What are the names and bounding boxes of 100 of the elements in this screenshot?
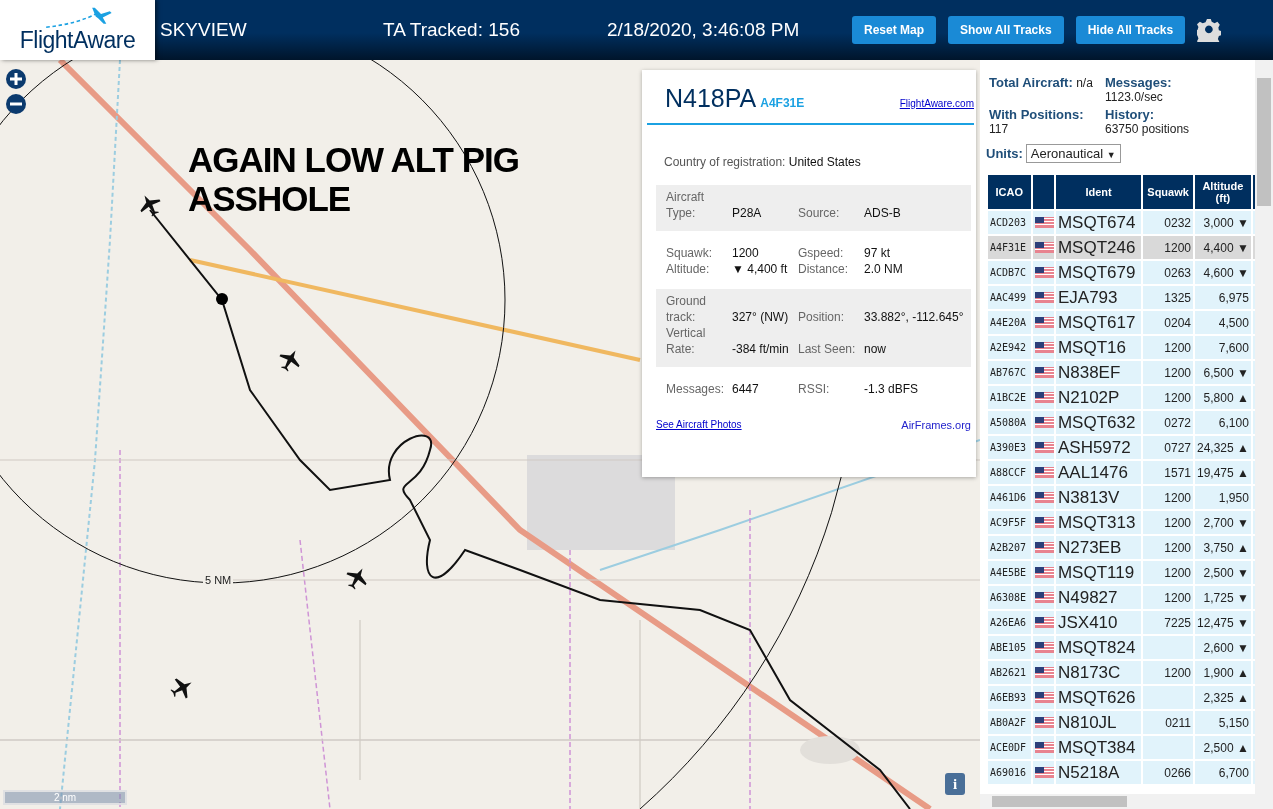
column-header[interactable]: ICAO	[988, 175, 1031, 209]
table-cell: 1,900 ▲	[1195, 661, 1251, 684]
field-value: -384 ft/min	[732, 341, 790, 357]
flag-icon	[1034, 467, 1054, 478]
zoom-out-button[interactable]	[5, 93, 27, 115]
flag-icon	[1034, 392, 1054, 403]
zoom-in-button[interactable]	[5, 68, 27, 90]
table-cell[interactable]: MSQT679	[1055, 261, 1142, 284]
airframes-link[interactable]: AirFrames.org	[901, 419, 971, 431]
table-cell: A4F31E	[988, 236, 1031, 259]
column-header[interactable]: Altitude (ft)	[1195, 175, 1251, 209]
column-header[interactable]: Ident	[1055, 175, 1142, 209]
flag-icon	[1034, 417, 1054, 428]
field-value: 33.882°, -112.645°	[864, 309, 965, 325]
table-cell[interactable]: N3813V	[1055, 486, 1142, 509]
table-cell[interactable]: N49827	[1055, 586, 1142, 609]
flag-icon	[1034, 642, 1054, 653]
table-cell: 4,500	[1195, 311, 1251, 334]
table-cell: ACD203	[988, 211, 1031, 234]
table-cell: 3,750 ▲	[1195, 536, 1251, 559]
table-cell: A5080A	[988, 411, 1031, 434]
table-cell[interactable]: MSQT119	[1055, 561, 1142, 584]
table-cell: A4E20A	[988, 311, 1031, 334]
stat-value: n/a	[1076, 76, 1093, 90]
table-cell[interactable]: MSQT246	[1055, 236, 1142, 259]
table-cell[interactable]: MSQT16	[1055, 336, 1142, 359]
flightaware-link[interactable]: FlightAware.com	[899, 98, 974, 109]
field-value: 6447	[732, 381, 760, 397]
flag-icon	[1034, 367, 1054, 378]
table-cell: A2B207	[988, 536, 1031, 559]
table-cell[interactable]: MSQT674	[1055, 211, 1142, 234]
table-cell: 6,100	[1195, 411, 1251, 434]
horizontal-scrollbar[interactable]	[980, 794, 1255, 809]
table-cell: 1200	[1143, 361, 1193, 384]
table-cell: 0727	[1143, 436, 1193, 459]
minus-icon	[5, 93, 27, 115]
toolbar-button[interactable]: Hide All Tracks	[1075, 16, 1186, 44]
column-header[interactable]: Squawk	[1143, 175, 1193, 209]
table-cell: 1200	[1143, 561, 1193, 584]
table-cell[interactable]: AAL1476	[1055, 461, 1142, 484]
airplane-icon[interactable]	[140, 195, 161, 217]
table-cell: 1200	[1143, 486, 1193, 509]
vertical-scrollbar[interactable]	[1255, 60, 1273, 809]
table-cell[interactable]: MSQT617	[1055, 311, 1142, 334]
field-value: 1200	[732, 245, 760, 261]
table-cell[interactable]: N838EF	[1055, 361, 1142, 384]
flag-icon	[1034, 492, 1054, 503]
table-cell[interactable]: ASH5972	[1055, 436, 1142, 459]
flag-icon	[1034, 542, 1054, 553]
table-cell: ACE0DF	[988, 736, 1031, 759]
table-cell[interactable]: EJA793	[1055, 286, 1142, 309]
table-cell[interactable]: N8173C	[1055, 661, 1142, 684]
table-cell[interactable]: MSQT626	[1055, 686, 1142, 709]
field-label: Aircraft Type:	[666, 189, 705, 221]
table-cell[interactable]: N2102P	[1055, 386, 1142, 409]
table-cell: A26EA6	[988, 611, 1031, 634]
field-label: Position:	[798, 309, 846, 325]
table-cell[interactable]: N5218A	[1055, 761, 1142, 784]
aircraft-hex: A4F31E	[760, 96, 806, 110]
column-header[interactable]	[1032, 175, 1054, 209]
logo-text: FlightAware	[19, 29, 136, 52]
airplane-icon[interactable]	[170, 678, 192, 699]
table-cell: 1,950	[1195, 486, 1251, 509]
toolbar-button[interactable]: Reset Map	[852, 16, 937, 44]
table-cell: A4E5BE	[988, 561, 1031, 584]
table-cell[interactable]: N273EB	[1055, 536, 1142, 559]
table-cell[interactable]: N810JL	[1055, 711, 1142, 734]
flag-icon	[1034, 767, 1054, 778]
field-label: Gspeed:	[798, 245, 845, 261]
airplane-icon[interactable]	[346, 568, 367, 590]
table-cell: 0266	[1143, 761, 1193, 784]
table-cell: 6,500 ▼	[1195, 361, 1251, 384]
table-cell[interactable]: MSQT632	[1055, 411, 1142, 434]
field-value: 327° (NW)	[732, 309, 790, 325]
table-cell: 4,400 ▼	[1195, 236, 1251, 259]
table-cell[interactable]: MSQT384	[1055, 736, 1142, 759]
stat-value: 117	[989, 122, 1009, 136]
table-cell: A461D6	[988, 486, 1031, 509]
airplane-icon[interactable]	[279, 350, 300, 372]
table-cell: ACDB7C	[988, 261, 1031, 284]
table-cell[interactable]: JSX410	[1055, 611, 1142, 634]
table-cell: 2,700 ▼	[1195, 511, 1251, 534]
field-value: 97 kt	[864, 245, 891, 261]
toolbar-button[interactable]: Show All Tracks	[948, 16, 1064, 44]
table-cell: 24,325 ▲	[1195, 436, 1251, 459]
flag-icon	[1034, 692, 1054, 703]
stat-value: 63750 positions	[1105, 122, 1190, 136]
stat-label: History:	[1105, 107, 1155, 122]
table-cell[interactable]: MSQT313	[1055, 511, 1142, 534]
tracked-count: TA Tracked: 156	[383, 19, 521, 41]
table-cell[interactable]: MSQT824	[1055, 636, 1142, 659]
photos-link[interactable]: See Aircraft Photos	[656, 419, 742, 431]
info-button[interactable]: i	[945, 773, 965, 795]
table-cell: 1571	[1143, 461, 1193, 484]
table-cell: 1,725 ▼	[1195, 586, 1251, 609]
flag-icon	[1034, 717, 1054, 728]
stat-label: Messages:	[1105, 75, 1172, 90]
settings-icon[interactable]	[1197, 18, 1222, 42]
table-cell: 0232	[1143, 211, 1193, 234]
units-select[interactable]: Aeronautical ▼	[1025, 144, 1121, 163]
